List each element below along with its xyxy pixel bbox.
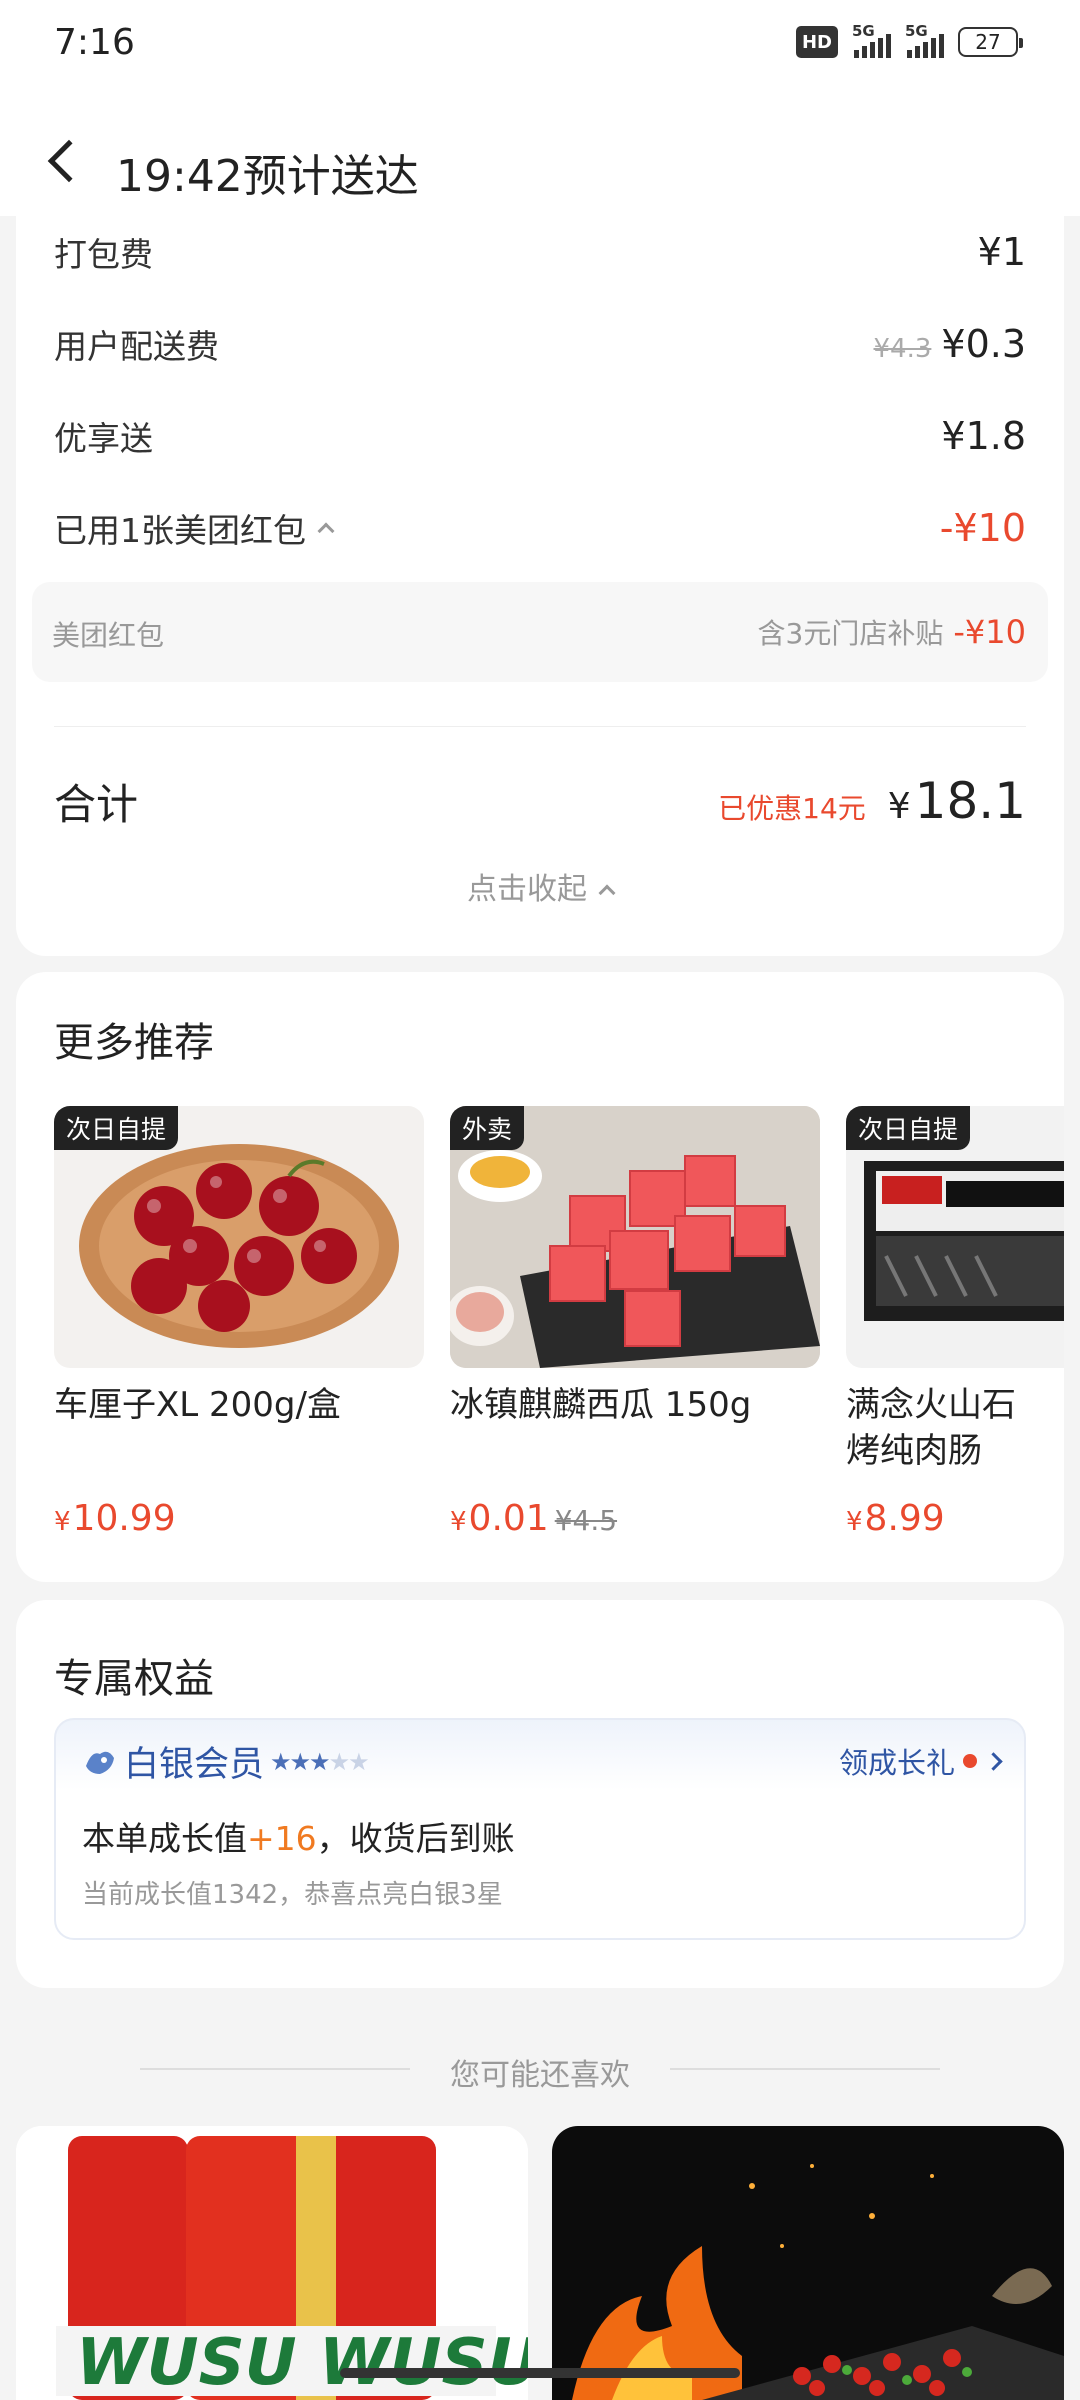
currency-symbol: ¥ bbox=[54, 1507, 71, 1537]
star-empty-icon: ★★ bbox=[328, 1747, 370, 1776]
product-name: 车厘子XL 200g/盒 bbox=[54, 1385, 341, 1425]
coupon-detail-label: 美团红包 bbox=[52, 619, 165, 652]
packing-fee-label: 打包费 bbox=[54, 235, 153, 274]
claim-growth-gift-link[interactable]: 领成长礼 bbox=[838, 1740, 1003, 1782]
page-title: 19:42预计送达 bbox=[116, 151, 419, 202]
member-level-label: 白银会员 bbox=[124, 1745, 265, 1785]
recommend-card: 更多推荐 次日自提 车厘子XL 200g/盒 ¥10.99 外卖 冰镇麒麟西瓜 … bbox=[16, 972, 1064, 1582]
status-time: 7:16 bbox=[54, 22, 135, 63]
star-filled-icon: ★★★ bbox=[270, 1747, 331, 1776]
member-level: 白银会员 ★★★★★ bbox=[82, 1736, 370, 1787]
product-price: ¥10.99 bbox=[54, 1498, 424, 1539]
divider-right bbox=[670, 2068, 940, 2070]
delivery-fee-row: 用户配送费 ¥4.3 ¥0.3 bbox=[54, 314, 1026, 374]
you-may-like-header: 您可能还喜欢 bbox=[0, 2046, 1080, 2096]
product-name: 冰镇麒麟西瓜 150g bbox=[450, 1385, 752, 1425]
back-arrow-icon[interactable] bbox=[47, 139, 91, 183]
delivery-fee-original: ¥4.3 bbox=[873, 334, 932, 364]
coupon-detail-note: 含3元门店补贴 bbox=[757, 617, 944, 650]
total-currency: ¥ bbox=[887, 786, 911, 827]
claim-growth-gift-label: 领成长礼 bbox=[838, 1746, 955, 1780]
priority-delivery-row: 优享送 ¥1.8 bbox=[54, 406, 1026, 466]
packing-fee-row: 打包费 ¥1 bbox=[54, 222, 1026, 282]
feed-card-grilled-fish[interactable] bbox=[552, 2126, 1064, 2400]
growth-value-line: 本单成长值+16，收货后到账 bbox=[82, 1812, 515, 1860]
member-badge-icon bbox=[86, 1751, 114, 1774]
currency-symbol: ¥ bbox=[450, 1507, 467, 1537]
product-name: 满念火山石烤纯肉肠 300g/ bbox=[846, 1385, 1016, 1478]
home-indicator[interactable] bbox=[340, 2368, 740, 2378]
feed-card-beer[interactable]: WUSU WUSU bbox=[16, 2126, 528, 2400]
growth-suffix: ，收货后到账 bbox=[316, 1819, 515, 1858]
product-image-sausage: 次日自提 bbox=[846, 1106, 1064, 1368]
coupon-used-row[interactable]: 已用1张美团红包 -¥10 bbox=[54, 498, 1026, 558]
member-panel[interactable]: 白银会员 ★★★★★ 领成长礼 本单成长值+16，收货后到账 当前成长值1342… bbox=[54, 1718, 1026, 1940]
price-value: 10.99 bbox=[72, 1498, 176, 1539]
priority-delivery-value: ¥1.8 bbox=[941, 414, 1026, 458]
growth-value: +16 bbox=[247, 1819, 317, 1858]
signal-icon-1: 5G bbox=[852, 22, 891, 58]
beer-cans-image: WUSU WUSU bbox=[16, 2126, 528, 2400]
total-amount: 18.1 bbox=[914, 772, 1026, 830]
coupon-used-label: 已用1张美团红包 bbox=[54, 511, 306, 550]
you-may-like-title: 您可能还喜欢 bbox=[450, 2058, 630, 2093]
total-discount: 已优惠14元 bbox=[718, 792, 866, 825]
grilled-fish-image bbox=[552, 2126, 1064, 2400]
priority-delivery-label: 优享送 bbox=[54, 419, 153, 458]
delivery-fee-label: 用户配送费 bbox=[54, 327, 219, 366]
coupon-detail-box: 美团红包 含3元门店补贴 -¥10 bbox=[32, 582, 1048, 682]
recommend-title: 更多推荐 bbox=[54, 1020, 214, 1066]
collapse-label: 点击收起 bbox=[467, 872, 587, 907]
chevron-up-icon bbox=[317, 522, 335, 540]
member-stars: ★★★★★ bbox=[270, 1747, 370, 1776]
product-tag: 次日自提 bbox=[54, 1106, 179, 1150]
battery-icon: 27 bbox=[958, 27, 1023, 57]
hd-voice-icon: HD bbox=[796, 26, 838, 58]
product-price: ¥8.99 bbox=[846, 1498, 1064, 1539]
product-image-cherries: 次日自提 bbox=[54, 1106, 424, 1368]
price-value: 8.99 bbox=[864, 1498, 945, 1539]
growth-prefix: 本单成长值 bbox=[82, 1819, 247, 1858]
divider bbox=[54, 726, 1026, 727]
benefits-card: 专属权益 白银会员 ★★★★★ 领成长礼 本单成长值+16，收货后到账 当前成长… bbox=[16, 1600, 1064, 1988]
network-type-label-2: 5G bbox=[905, 22, 928, 40]
delivery-fee-value: ¥0.3 bbox=[941, 322, 1026, 366]
network-type-label: 5G bbox=[852, 22, 875, 40]
page-header: 19:42预计送达 bbox=[0, 100, 1080, 216]
fee-detail-card: 打包费 ¥1 用户配送费 ¥4.3 ¥0.3 优享送 ¥1.8 已用1张美团红包 … bbox=[16, 216, 1064, 956]
coupon-used-value: -¥10 bbox=[939, 506, 1026, 550]
packing-fee-value: ¥1 bbox=[977, 230, 1026, 274]
collapse-button[interactable]: 点击收起 bbox=[16, 864, 1064, 908]
original-price: ¥4.5 bbox=[554, 1504, 618, 1537]
product-image-watermelon: 外卖 bbox=[450, 1106, 820, 1368]
product-card[interactable]: 外卖 冰镇麒麟西瓜 150g ¥0.01 ¥4.5 bbox=[450, 1106, 820, 1539]
currency-symbol: ¥ bbox=[846, 1507, 863, 1537]
status-bar: 7:16 HD 5G 5G 27 bbox=[0, 0, 1080, 100]
coupon-detail-value: -¥10 bbox=[953, 613, 1026, 651]
product-price: ¥0.01 ¥4.5 bbox=[450, 1498, 820, 1539]
notification-dot-icon bbox=[963, 1754, 977, 1768]
product-tag: 次日自提 bbox=[846, 1106, 971, 1150]
chevron-up-icon bbox=[598, 884, 616, 902]
product-tag: 外卖 bbox=[450, 1106, 525, 1150]
svg-text:WUSU WUSU: WUSU WUSU bbox=[76, 2326, 528, 2400]
chevron-right-icon bbox=[984, 1751, 1003, 1771]
current-growth-text: 当前成长值1342，恭喜点亮白银3星 bbox=[82, 1880, 503, 1910]
total-row: 合计 已优惠14元 ¥18.1 bbox=[54, 766, 1026, 836]
signal-icon-2: 5G bbox=[905, 22, 944, 58]
total-label: 合计 bbox=[54, 779, 139, 829]
status-icons: HD 5G 5G 27 bbox=[796, 22, 1023, 58]
product-card[interactable]: 次日自提 车厘子XL 200g/盒 ¥10.99 bbox=[54, 1106, 424, 1539]
benefits-title: 专属权益 bbox=[54, 1656, 214, 1702]
price-value: 0.01 bbox=[468, 1498, 549, 1539]
product-card[interactable]: 次日自提 满念火山石烤纯肉肠 300g/ ¥8.99 bbox=[846, 1106, 1064, 1539]
